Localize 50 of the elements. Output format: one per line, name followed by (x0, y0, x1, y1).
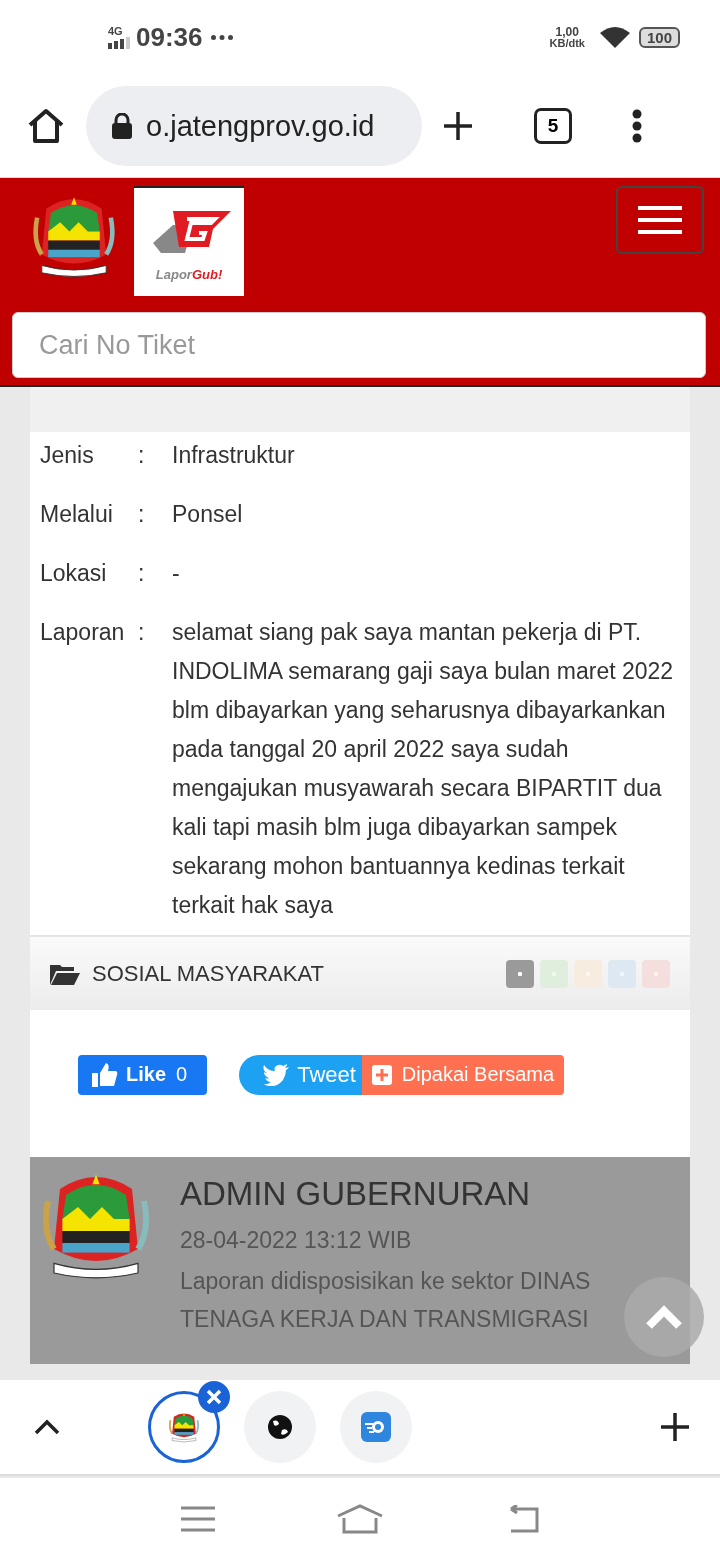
field-separator: : (138, 559, 146, 588)
field-value: - (172, 559, 181, 588)
field-value: selamat siang pak saya mantan pekerja di PT. INDOLIMA semarang gaji saya bulan maret 2022 blm dibayarkan yang seharusnya dibayarkankan pada tanggal 20 april 2022 saya sudah mengajukan musyawarah secara BIPARTIT dua kali tapi masih blm juga dibayarkan sampek sekarang mohon bantuannya kedinas terkait terkait hak saya (172, 618, 675, 920)
field-separator: : (138, 618, 146, 647)
new-tab-icon[interactable] (442, 110, 474, 142)
emblem-icon (167, 1410, 201, 1444)
network-type: 4G (108, 26, 124, 37)
lock-icon (112, 113, 132, 139)
like-button[interactable]: Like 0 (78, 1054, 208, 1095)
tab-count-button[interactable]: 5 (534, 108, 572, 144)
field-value: Ponsel (172, 500, 244, 529)
speed-unit: KB/dtk (549, 38, 585, 49)
globe-icon (267, 1414, 293, 1440)
bird-icon (263, 1063, 290, 1086)
search-field[interactable]: Cari No Tiket (12, 312, 706, 378)
tweet-button[interactable]: Tweet (239, 1054, 362, 1095)
category-label: SOSIAL MASYARAKAT (92, 960, 324, 987)
app-logo[interactable]: LaporGub! (134, 186, 244, 296)
plus-icon (371, 1064, 392, 1085)
response-message: Laporan didisposisikan ke sektor DINAS TENAGA KERJA DAN TRANSMIGRASI (180, 1267, 592, 1334)
folder-icon (50, 962, 80, 985)
chevron-up-icon (646, 1305, 682, 1329)
home-icon[interactable] (26, 108, 66, 144)
field-separator: : (138, 500, 146, 529)
menu-button[interactable] (616, 186, 704, 254)
signal-icon (108, 37, 130, 49)
more-notifications-icon (210, 35, 233, 40)
url-text: o.jatengprov.go.id (146, 109, 375, 143)
response-time: 28-04-2022 13:12 WIB (180, 1227, 413, 1254)
new-tab-icon[interactable] (660, 1412, 690, 1442)
battery-level: 100 (638, 27, 680, 48)
field-label: Lokasi (40, 559, 108, 588)
menu-icon (638, 206, 682, 234)
logo-text: LaporGub! (155, 266, 223, 282)
network-speed: 1,00 (555, 26, 579, 38)
field-label: Laporan (40, 618, 126, 647)
app-icon (361, 1412, 391, 1442)
address-bar[interactable]: o.jatengprov.go.id (86, 86, 422, 166)
clock: 09:36 (136, 22, 203, 53)
close-icon[interactable] (198, 1381, 230, 1413)
author-name: ADMIN GUBERNURAN (180, 1175, 532, 1213)
field-label: Jenis (40, 441, 95, 470)
wifi-icon (598, 25, 631, 50)
field-separator: : (138, 441, 146, 470)
share-button[interactable]: Dipakai Bersama (361, 1054, 565, 1095)
chevron-up-icon[interactable] (34, 1419, 60, 1435)
field-label: Melalui (40, 500, 114, 529)
thumbs-up-icon (92, 1062, 118, 1087)
menu-icon[interactable] (632, 109, 642, 143)
field-value: Infrastruktur (172, 441, 296, 470)
